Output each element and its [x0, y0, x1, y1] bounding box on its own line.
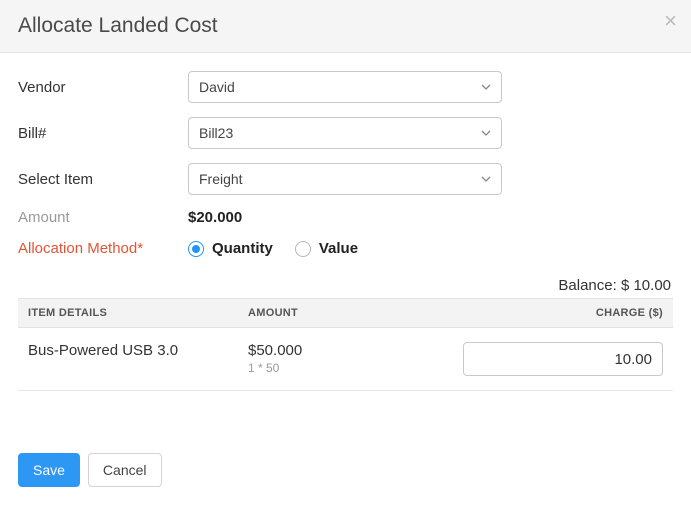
modal-title: Allocate Landed Cost	[18, 14, 218, 37]
allocation-method-row: Allocation Method* Quantity Value	[18, 240, 673, 257]
amount-label: Amount	[18, 209, 188, 226]
bill-value: Bill23	[199, 125, 233, 141]
chevron-down-icon	[481, 84, 491, 90]
cell-amount-value: $50.000	[248, 342, 443, 359]
item-row: Select Item Freight	[18, 163, 673, 195]
col-amount: AMOUNT	[238, 299, 453, 328]
cell-amount-detail: 1 * 50	[248, 361, 443, 375]
allocation-method-label: Allocation Method*	[18, 240, 188, 257]
cell-amount: $50.000 1 * 50	[238, 328, 453, 391]
allocation-method-group: Quantity Value	[188, 240, 358, 257]
vendor-row: Vendor David	[18, 71, 673, 103]
amount-value: $20.000	[188, 209, 242, 226]
radio-quantity[interactable]: Quantity	[188, 240, 273, 257]
chevron-down-icon	[481, 176, 491, 182]
charge-input[interactable]	[463, 342, 663, 376]
item-select[interactable]: Freight	[188, 163, 502, 195]
radio-value-label: Value	[319, 240, 358, 257]
balance-text: Balance: $ 10.00	[18, 277, 673, 294]
balance-label: Balance:	[558, 277, 616, 294]
table-row: Bus-Powered USB 3.0 $50.000 1 * 50	[18, 328, 673, 391]
radio-icon	[295, 241, 311, 257]
bill-label: Bill#	[18, 125, 188, 142]
radio-icon	[188, 241, 204, 257]
cell-item: Bus-Powered USB 3.0	[18, 328, 238, 391]
col-item: ITEM DETAILS	[18, 299, 238, 328]
bill-row: Bill# Bill23	[18, 117, 673, 149]
amount-row: Amount $20.000	[18, 209, 673, 226]
vendor-select[interactable]: David	[188, 71, 502, 103]
modal-header: Allocate Landed Cost ×	[0, 0, 691, 53]
items-table: ITEM DETAILS AMOUNT CHARGE ($) Bus-Power…	[18, 298, 673, 391]
radio-value[interactable]: Value	[295, 240, 358, 257]
item-value: Freight	[199, 171, 243, 187]
vendor-value: David	[199, 79, 235, 95]
radio-quantity-label: Quantity	[212, 240, 273, 257]
balance-value: $ 10.00	[621, 277, 671, 294]
bill-select[interactable]: Bill23	[188, 117, 502, 149]
cancel-button[interactable]: Cancel	[88, 453, 162, 487]
col-charge: CHARGE ($)	[453, 299, 673, 328]
save-button[interactable]: Save	[18, 453, 80, 487]
close-icon[interactable]: ×	[664, 10, 677, 32]
modal-body: Vendor David Bill# Bill23 Select Item	[0, 53, 691, 401]
chevron-down-icon	[481, 130, 491, 136]
cell-charge	[453, 328, 673, 391]
item-label: Select Item	[18, 171, 188, 188]
vendor-label: Vendor	[18, 79, 188, 96]
modal-footer: Save Cancel	[0, 439, 691, 505]
